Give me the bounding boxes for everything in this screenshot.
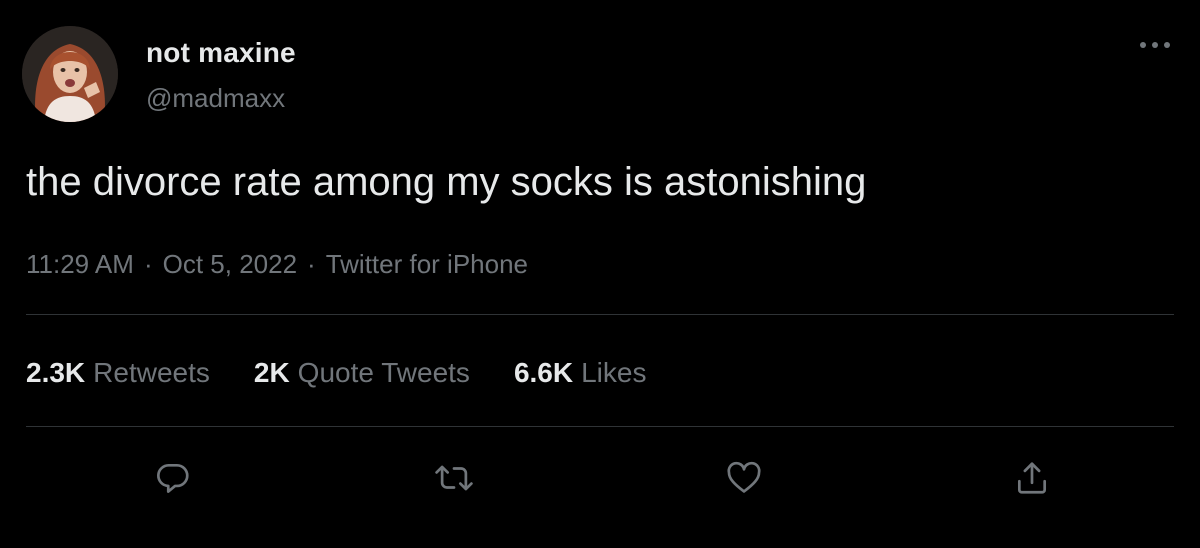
retweet-icon: [435, 465, 473, 491]
like-button[interactable]: [720, 454, 768, 502]
tweet-detail: not maxine @madmaxx the divorce rate amo…: [0, 0, 1200, 548]
retweets-stat[interactable]: 2.3K Retweets: [26, 357, 210, 389]
quote-tweets-stat[interactable]: 2K Quote Tweets: [254, 357, 470, 389]
likes-stat[interactable]: 6.6K Likes: [514, 357, 647, 389]
reply-icon: [157, 463, 189, 493]
like-icon: [727, 461, 761, 493]
retweets-count: 2.3K: [26, 357, 86, 388]
engagement-stats: 2.3K Retweets 2K Quote Tweets 6.6K Likes: [26, 357, 690, 389]
likes-label: Likes: [581, 357, 647, 388]
tweet-time[interactable]: 11:29 AM: [26, 249, 134, 279]
retweets-label: Retweets: [93, 357, 210, 388]
tweet-metadata: 11:29 AM · Oct 5, 2022 · Twitter for iPhone: [26, 249, 528, 280]
quote-tweets-label: Quote Tweets: [297, 357, 470, 388]
reply-button[interactable]: [149, 454, 197, 502]
divider: [26, 426, 1174, 427]
tweet-source[interactable]: Twitter for iPhone: [326, 249, 528, 279]
more-options-icon[interactable]: [1135, 30, 1175, 60]
share-button[interactable]: [1008, 454, 1056, 502]
separator: ·: [307, 249, 316, 279]
retweet-button[interactable]: [430, 454, 478, 502]
user-handle[interactable]: @madmaxx: [146, 83, 285, 114]
tweet-date[interactable]: Oct 5, 2022: [163, 249, 297, 279]
divider: [26, 314, 1174, 315]
avatar[interactable]: [22, 26, 118, 122]
display-name[interactable]: not maxine: [146, 37, 296, 69]
separator: ·: [143, 249, 153, 279]
likes-count: 6.6K: [513, 357, 574, 388]
share-icon: [1017, 462, 1047, 494]
quote-tweets-count: 2K: [253, 357, 290, 388]
tweet-text: the divorce rate among my socks is aston…: [26, 160, 867, 204]
